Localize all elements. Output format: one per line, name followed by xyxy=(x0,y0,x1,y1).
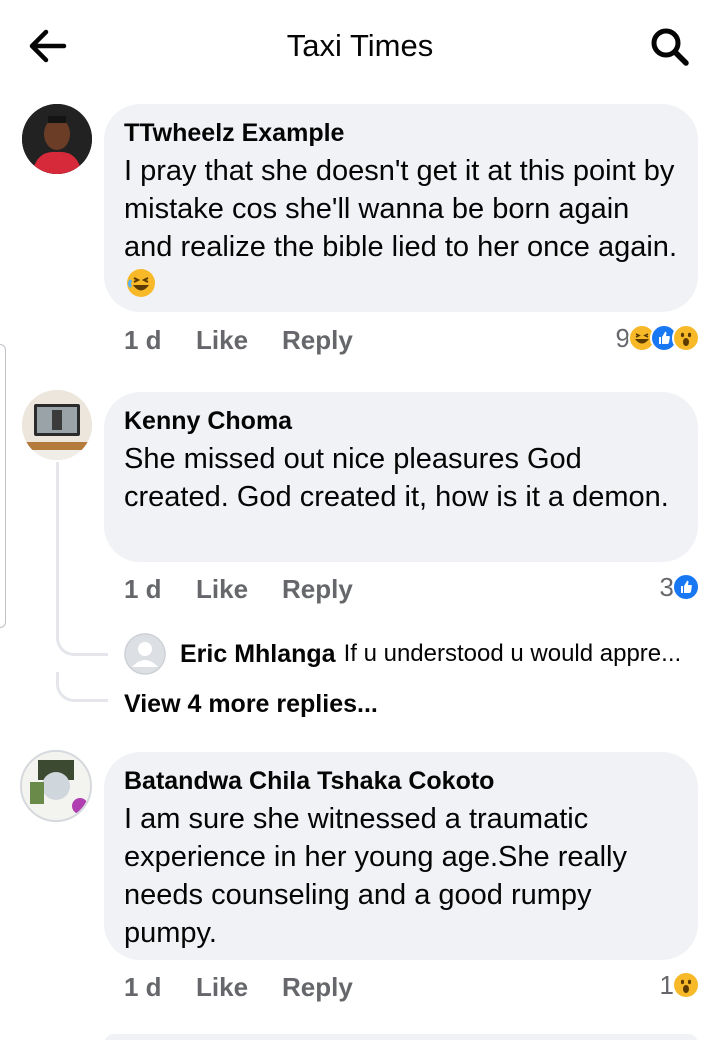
reaction-summary[interactable]: 3 xyxy=(600,569,700,605)
comment-author[interactable]: Kenny Choma xyxy=(124,406,678,436)
reply-button[interactable]: Reply xyxy=(282,972,353,1003)
reply-text: If u understood u would appre... xyxy=(343,640,682,667)
like-button[interactable]: Like xyxy=(196,972,282,1003)
search-button[interactable] xyxy=(646,24,694,68)
comment-actions: 1 d Like Reply xyxy=(124,969,353,1005)
avatar[interactable] xyxy=(22,390,92,460)
avatar[interactable] xyxy=(22,104,92,174)
comment-bubble-partial[interactable] xyxy=(104,1034,698,1040)
comment-author[interactable]: TTwheelz Example xyxy=(124,118,678,148)
comment-actions: 1 d Like Reply xyxy=(124,571,353,607)
page-title: Taxi Times xyxy=(286,28,434,63)
comment-actions: 1 d Like Reply xyxy=(124,322,353,358)
comment-bubble[interactable]: Batandwa Chila Tshaka Cokoto I am sure s… xyxy=(104,752,698,960)
comment-time[interactable]: 1 d xyxy=(124,574,196,605)
search-icon xyxy=(651,28,689,66)
like-button[interactable]: Like xyxy=(196,574,282,605)
scroll-indicator[interactable] xyxy=(0,344,6,628)
default-avatar-icon[interactable] xyxy=(124,633,166,675)
reply-author[interactable]: Eric Mhlanga xyxy=(180,640,336,669)
like-button[interactable]: Like xyxy=(196,325,282,356)
profile-photo xyxy=(22,390,92,460)
thread-connector xyxy=(56,624,108,656)
comment-text: I am sure she witnessed a traumatic expe… xyxy=(124,803,627,949)
top-bar: Taxi Times xyxy=(0,0,720,92)
avatar[interactable] xyxy=(20,750,92,822)
reply-preview[interactable]: Eric Mhlanga If u understood u would app… xyxy=(124,632,681,676)
laughing-emoji-icon xyxy=(126,268,156,308)
wow-reaction-icon xyxy=(672,971,700,999)
thread-connector xyxy=(56,672,108,702)
comment-time[interactable]: 1 d xyxy=(124,972,196,1003)
profile-photo xyxy=(22,752,90,820)
profile-photo xyxy=(22,104,92,174)
thread-line xyxy=(56,462,59,632)
like-reaction-icon xyxy=(672,573,700,601)
wow-reaction-icon xyxy=(672,324,700,352)
comment-text: She missed out nice pleasures God create… xyxy=(124,443,669,513)
reply-button[interactable]: Reply xyxy=(282,325,353,356)
view-more-replies-link[interactable]: View 4 more replies... xyxy=(124,690,378,719)
reaction-summary[interactable]: 9 xyxy=(560,320,700,356)
reaction-summary[interactable]: 1 xyxy=(600,967,700,1003)
comment-text: I pray that she doesn't get it at this p… xyxy=(124,152,678,308)
comment-bubble[interactable]: Kenny Choma She missed out nice pleasure… xyxy=(104,392,698,562)
comment-author[interactable]: Batandwa Chila Tshaka Cokoto xyxy=(124,766,678,796)
reply-button[interactable]: Reply xyxy=(282,574,353,605)
comment-bubble[interactable]: TTwheelz Example I pray that she doesn't… xyxy=(104,104,698,312)
comment-time[interactable]: 1 d xyxy=(124,325,196,356)
